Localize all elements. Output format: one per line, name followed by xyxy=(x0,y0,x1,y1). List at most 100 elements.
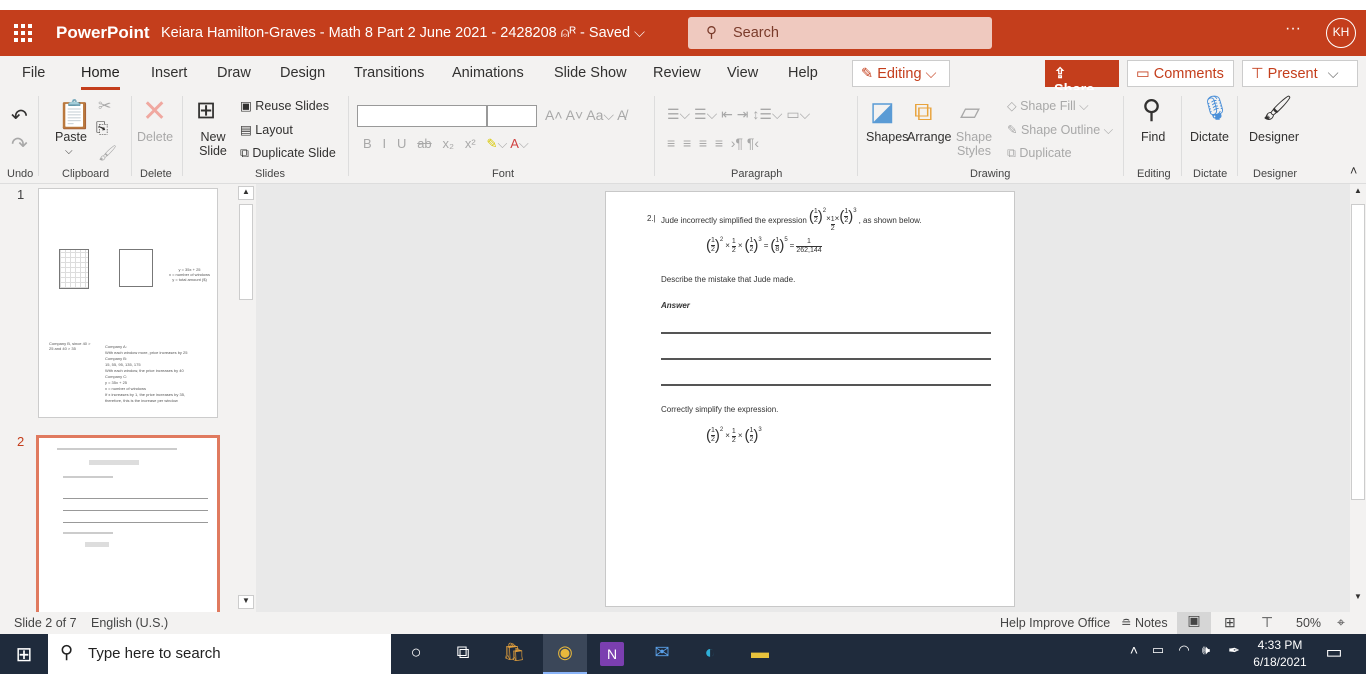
duplicate-button[interactable]: ⧉ Duplicate xyxy=(1007,146,1072,161)
comments-button[interactable]: ▭ Comments xyxy=(1127,60,1234,87)
font-size-input[interactable] xyxy=(487,105,537,127)
task-view-icon[interactable]: ⧉ xyxy=(451,642,475,666)
layout-button[interactable]: ▤ Layout xyxy=(240,122,293,137)
format-painter-icon[interactable]: 🖌 xyxy=(98,144,117,162)
search-icon: ⚲ xyxy=(60,642,74,662)
normal-view-icon[interactable]: ▣ xyxy=(1177,612,1211,634)
fraction: 12 xyxy=(711,427,715,444)
tab-help[interactable]: Help xyxy=(788,65,818,81)
slide-thumbnail-2[interactable] xyxy=(36,435,220,615)
delete-button[interactable]: Delete xyxy=(137,130,173,144)
designer-button[interactable]: Designer xyxy=(1249,130,1299,144)
tab-view[interactable]: View xyxy=(727,65,758,81)
more-options-button[interactable]: ··· xyxy=(1285,20,1301,38)
tab-home[interactable]: Home xyxy=(81,65,120,90)
tab-design[interactable]: Design xyxy=(280,65,325,81)
current-slide[interactable]: 2.| Jude incorrectly simplified the expr… xyxy=(605,191,1015,607)
windows-start-icon[interactable]: ⊞ xyxy=(12,642,36,666)
editing-mode-button[interactable]: ✎ Editing ⌵ xyxy=(852,60,950,87)
shape-fill-button[interactable]: ◇ Shape Fill ⌵ xyxy=(1007,98,1089,114)
language-button[interactable]: English (U.S.) xyxy=(91,616,168,630)
redo-icon[interactable]: ↷ xyxy=(11,132,28,157)
slide-thumbnail-1[interactable]: y = 35x + 25 x = number of windows y = tot… xyxy=(38,188,218,418)
fit-to-window-icon[interactable]: ⌖ xyxy=(1337,614,1345,631)
find-icon[interactable]: ⚲ xyxy=(1142,94,1161,125)
show-hidden-icons[interactable]: ˄ xyxy=(1122,642,1146,666)
group-font: Font xyxy=(492,168,515,180)
cortana-icon[interactable]: ○ xyxy=(404,642,428,666)
microphone-icon[interactable]: 🎙 xyxy=(1200,94,1230,123)
thumbnail-scrollbar[interactable]: ▲ ▼ xyxy=(238,184,254,612)
tab-animations[interactable]: Animations xyxy=(452,65,524,81)
notes-button[interactable]: ≘ Notes xyxy=(1121,615,1168,630)
editor-scrollbar[interactable]: ▲ ▼ xyxy=(1350,184,1366,612)
scroll-up-icon[interactable]: ▲ xyxy=(1350,186,1366,200)
chevron-down-icon[interactable]: ⌵ xyxy=(65,146,73,157)
new-slide-button[interactable]: New Slide xyxy=(198,130,228,158)
font-format-icons[interactable]: B I U ab x₂ x² ✎⌵ A⌵ xyxy=(363,136,529,152)
mail-icon[interactable]: ✉ xyxy=(650,642,674,666)
volume-icon[interactable]: 🕪 xyxy=(1194,642,1218,666)
scrollbar-thumb[interactable] xyxy=(239,204,253,300)
copy-icon[interactable]: ⎘ xyxy=(96,120,108,137)
shapes-icon[interactable]: ◪ xyxy=(870,96,895,127)
font-size-tools-icon[interactable]: A˄ A˅ Aa⌵ A̸ xyxy=(545,107,626,124)
collapse-ribbon-icon[interactable]: ˄ xyxy=(1350,164,1357,178)
duplicate-slide-button[interactable]: ⧉ Duplicate Slide xyxy=(240,146,336,161)
scroll-up-icon[interactable]: ▲ xyxy=(238,186,254,200)
tab-review[interactable]: Review xyxy=(653,65,701,81)
tab-slide-show[interactable]: Slide Show xyxy=(554,65,627,81)
paste-button[interactable]: Paste xyxy=(55,130,87,144)
clock[interactable]: 4:33 PM 6/18/2021 xyxy=(1250,637,1310,671)
tab-insert[interactable]: Insert xyxy=(151,65,187,81)
arrange-icon[interactable]: ⧉ xyxy=(914,96,933,128)
file-explorer-icon[interactable]: ▬ xyxy=(748,642,772,666)
chevron-down-icon[interactable]: ⌵ xyxy=(1328,66,1339,82)
edge-icon[interactable]: ◐ xyxy=(698,642,722,666)
dictate-button[interactable]: Dictate xyxy=(1190,130,1229,144)
shape-styles-button[interactable]: Shape Styles xyxy=(954,130,994,158)
chrome-taskbar-button[interactable]: ◉ xyxy=(543,634,587,674)
app-launcher-icon[interactable] xyxy=(14,24,32,42)
delete-icon[interactable]: ✕ xyxy=(142,94,167,129)
arrange-button[interactable]: Arrange xyxy=(907,130,951,144)
onenote-icon[interactable]: N xyxy=(600,642,624,666)
shapes-button[interactable]: Shapes xyxy=(866,130,908,144)
zoom-level[interactable]: 50% xyxy=(1296,616,1321,630)
pen-icon[interactable]: ✒ xyxy=(1222,642,1246,666)
scroll-down-icon[interactable]: ▼ xyxy=(1350,592,1366,606)
taskbar-search-input[interactable]: ⚲ Type here to search xyxy=(48,634,391,674)
tab-transitions[interactable]: Transitions xyxy=(354,65,424,81)
power: (1 2) 2 xyxy=(706,237,724,254)
align-icons[interactable]: ≡ ≡ ≡ ≡ ›¶ ¶‹ xyxy=(667,135,759,151)
help-improve-office-button[interactable]: Help Improve Office xyxy=(1000,616,1110,630)
present-button[interactable]: ⊤ Present ⌵ xyxy=(1242,60,1358,87)
battery-icon[interactable]: ▭ xyxy=(1146,642,1170,666)
document-title[interactable]: Keiara Hamilton-Graves - Math 8 Part 2 J… xyxy=(161,25,645,41)
search-input[interactable]: ⚲ Search xyxy=(688,17,992,49)
avatar[interactable]: KH xyxy=(1326,18,1356,48)
scroll-down-icon[interactable]: ▼ xyxy=(238,595,254,609)
wifi-icon[interactable]: ◠ xyxy=(1172,642,1196,666)
notifications-icon[interactable]: ▭ xyxy=(1322,642,1346,666)
store-icon[interactable]: 🛍 xyxy=(502,642,526,666)
cut-icon[interactable]: ✂ xyxy=(98,96,111,116)
font-name-input[interactable] xyxy=(357,105,487,127)
slide-sorter-icon[interactable]: ⊞ xyxy=(1224,614,1236,631)
group-paragraph: Paragraph xyxy=(731,168,783,180)
scrollbar-thumb[interactable] xyxy=(1351,204,1365,500)
designer-icon[interactable]: 🖌 xyxy=(1262,94,1292,123)
find-button[interactable]: Find xyxy=(1141,130,1165,144)
app-name[interactable]: PowerPoint xyxy=(56,23,150,43)
undo-icon[interactable]: ↶ xyxy=(11,104,28,129)
reading-view-icon[interactable]: ⊤ xyxy=(1261,614,1273,631)
paste-icon[interactable]: 📋 xyxy=(57,98,92,131)
share-button[interactable]: ⇪ Share xyxy=(1045,60,1119,98)
shape-styles-icon[interactable]: ▱ xyxy=(960,96,980,127)
tab-file[interactable]: File xyxy=(22,65,45,81)
new-slide-icon[interactable]: ⊞ xyxy=(196,96,216,125)
tab-draw[interactable]: Draw xyxy=(217,65,251,81)
reuse-slides-button[interactable]: ▣ Reuse Slides xyxy=(240,98,329,113)
shape-outline-button[interactable]: ✎ Shape Outline ⌵ xyxy=(1007,122,1113,138)
list-icons[interactable]: ☰⌵ ☰⌵ ⇤ ⇥ ↕☰⌵ ▭⌵ xyxy=(667,106,810,123)
